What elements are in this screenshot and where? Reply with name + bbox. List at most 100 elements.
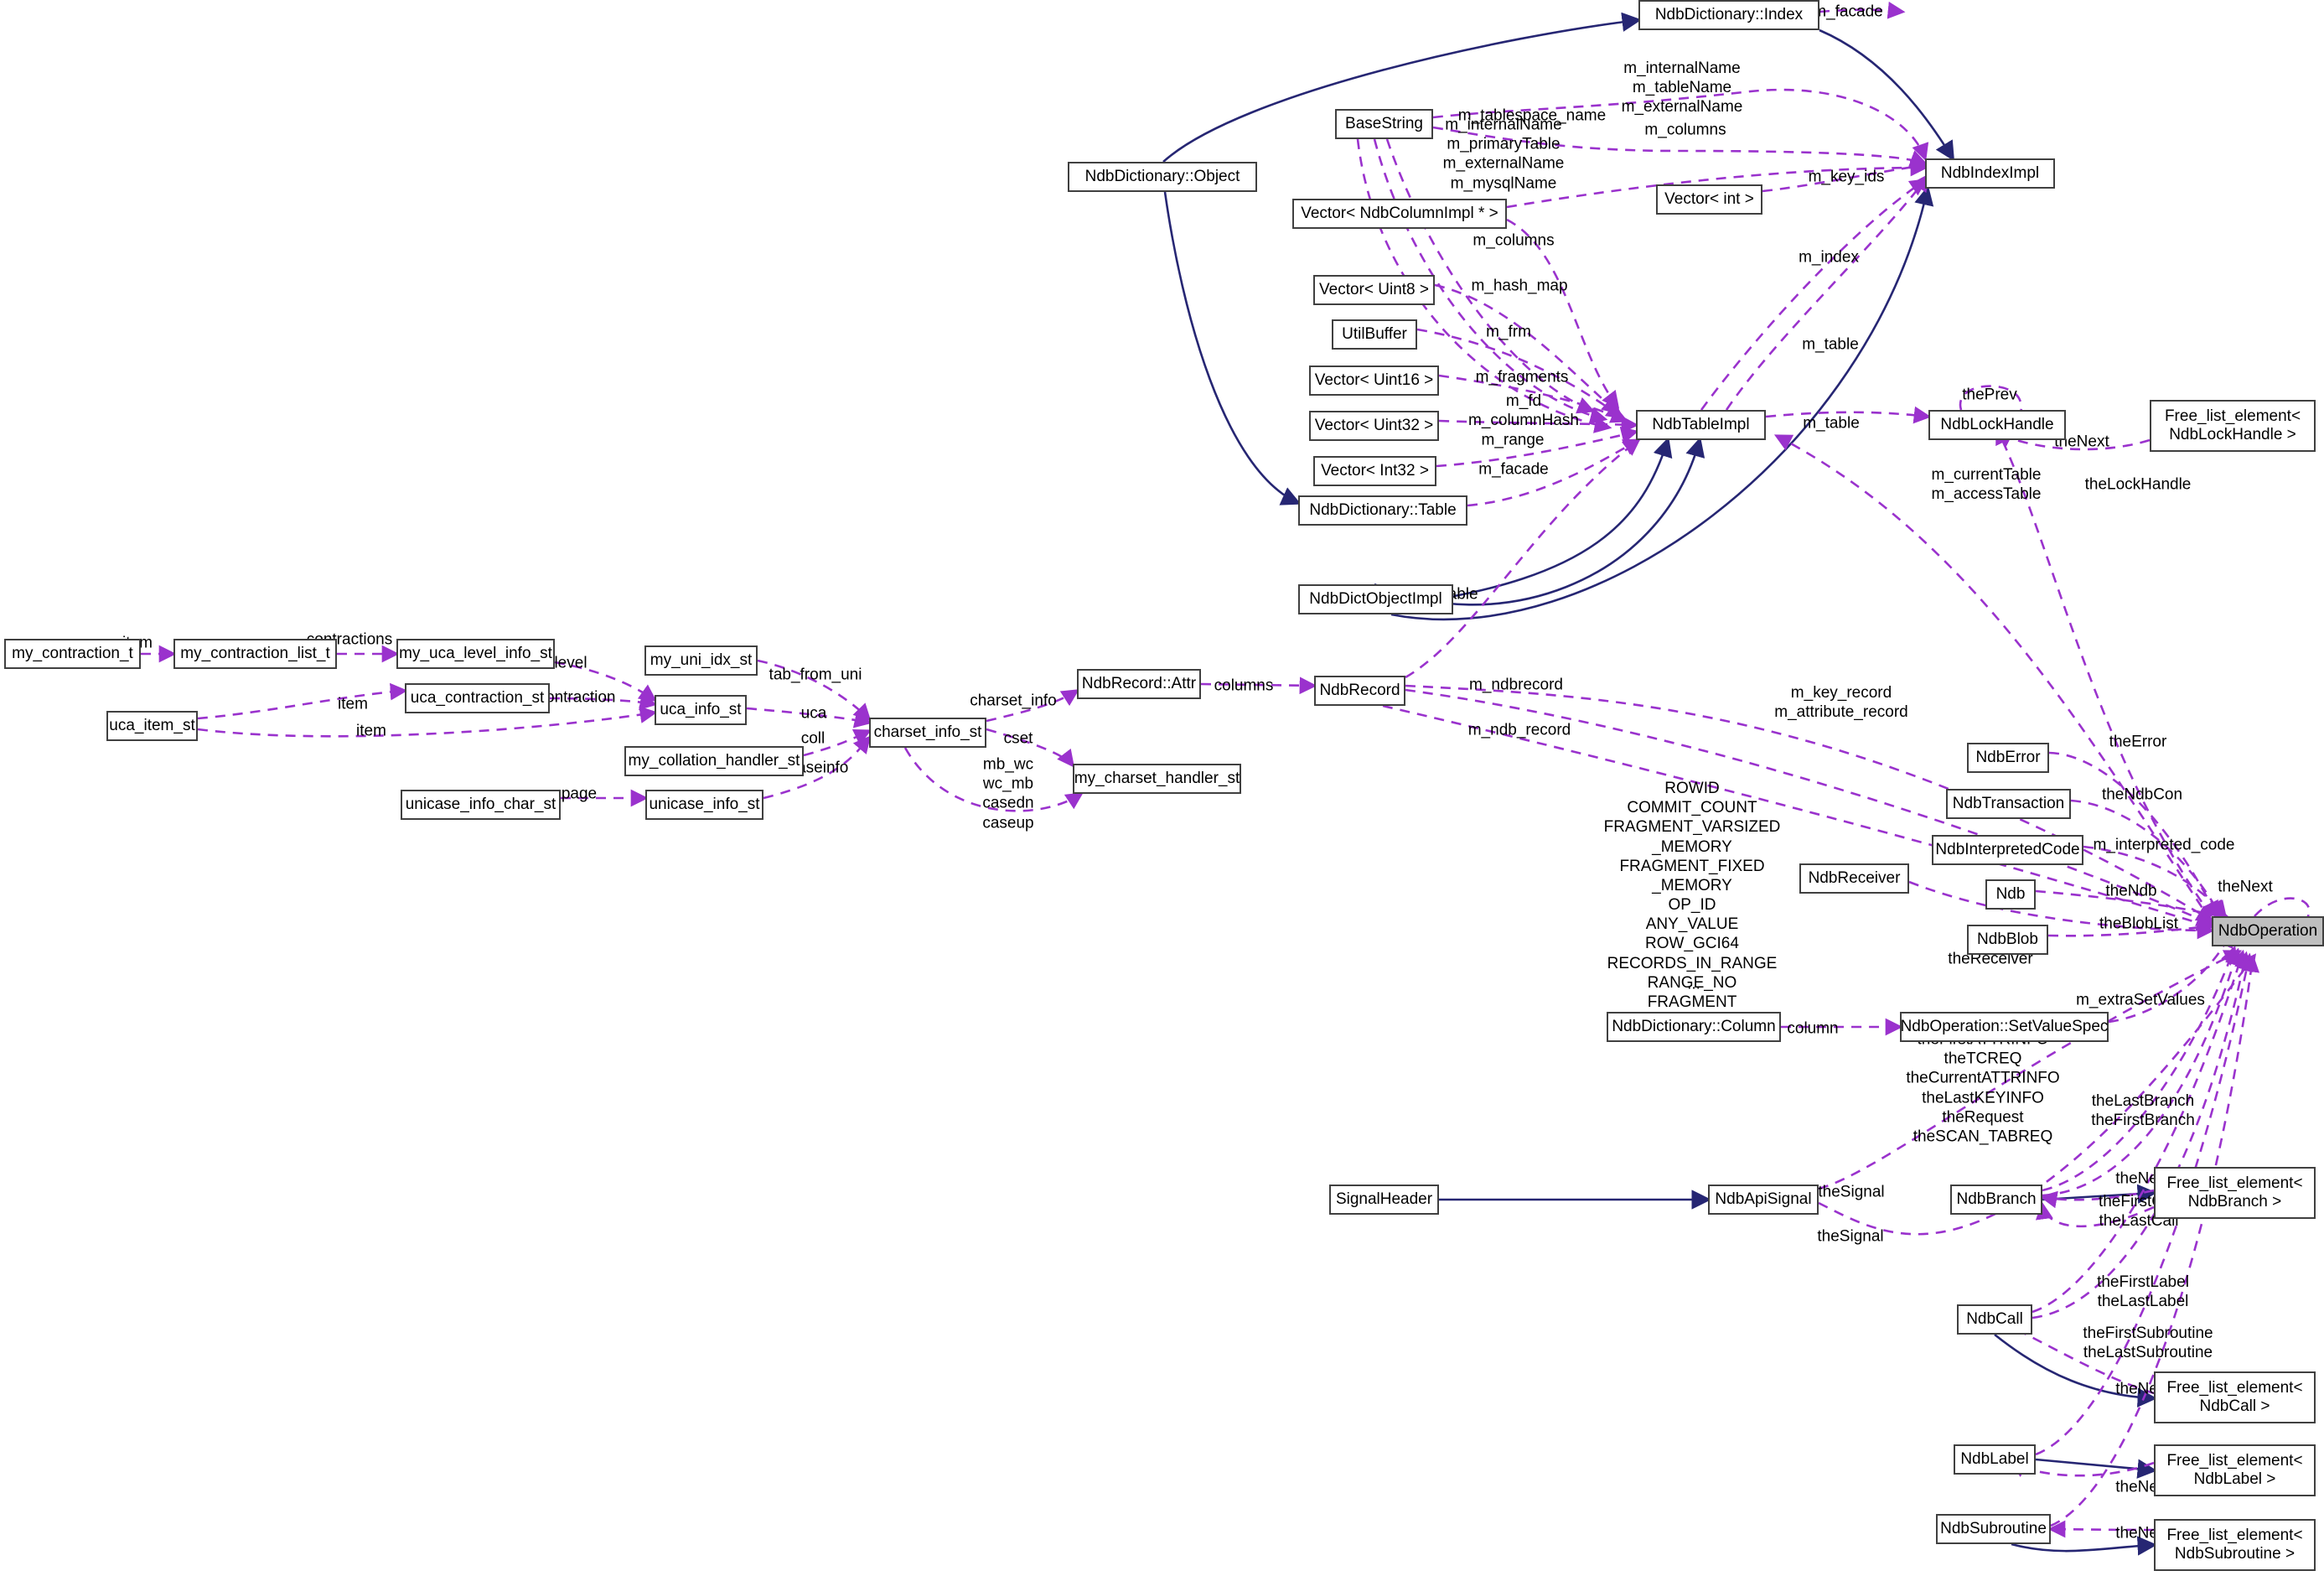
edge-label: level [554,654,587,672]
class-node-free_list_element-ndbcall[interactable]: Free_list_element< NdbCall > [2154,1371,2316,1423]
class-node-ndbbranch[interactable]: NdbBranch [1950,1185,2042,1215]
usage-edge [2050,954,2260,1527]
class-node-ndberror[interactable]: NdbError [1967,743,2049,773]
edge-label: m_columns [1473,231,1555,250]
edge-label: thePrev [1962,386,2017,404]
class-node-basestring[interactable]: BaseString [1335,109,1433,139]
inheritance-edge [1162,12,1642,163]
edge-label: m_frm [1486,323,1531,341]
edge-label: cset [1003,729,1033,748]
edge-label: columns [1214,677,1274,695]
edge-label: theNdb [2105,882,2157,900]
class-node-my_uni_idx_st[interactable]: my_uni_idx_st [644,645,758,676]
edge-label: m_extraSetValues [2076,991,2205,1009]
class-node-free_list_element-ndblabel[interactable]: Free_list_element< NdbLabel > [2154,1444,2316,1496]
class-node-ndbdictionary-table[interactable]: NdbDictionary::Table [1298,495,1467,526]
class-node-ndbinterpretedcode[interactable]: NdbInterpretedCode [1932,835,2083,865]
edge-label: theLockHandle [2084,475,2192,494]
edge-label: theFirstSubroutine theLastSubroutine [2083,1324,2213,1361]
class-node-signalheader[interactable]: SignalHeader [1329,1185,1439,1215]
class-node-ndboperation[interactable]: NdbOperation [2212,916,2324,946]
edge-label: m_internalName m_primaryTable m_external… [1442,116,1565,193]
edge-label: coll [800,729,826,748]
class-node-vector-int[interactable]: Vector< int > [1656,184,1762,215]
edge-label: m_ndbrecord [1469,676,1563,694]
class-node-ndbapisignal[interactable]: NdbApiSignal [1708,1185,1819,1215]
class-node-my_collation_handler_st[interactable]: my_collation_handler_st [624,746,804,776]
class-node-ndbrecord[interactable]: NdbRecord [1314,676,1405,706]
edge-label: m_hash_map [1471,277,1568,295]
class-node-my_contraction_t[interactable]: my_contraction_t [4,639,141,669]
class-node-ndbdictionary-column[interactable]: NdbDictionary::Column [1607,1012,1781,1042]
usage-edge [2042,947,2242,1197]
edge-label: charset_info [970,692,1057,710]
edge-label: page [561,785,598,803]
class-node-ndbrecord-attr[interactable]: NdbRecord::Attr [1077,669,1201,699]
class-node-vector-uint8[interactable]: Vector< Uint8 > [1313,275,1435,305]
edge-label: mb_wc wc_mb casedn caseup [982,755,1034,832]
class-node-utilbuffer[interactable]: UtilBuffer [1332,319,1417,350]
class-node-ndbsubroutine[interactable]: NdbSubroutine [1936,1514,2051,1544]
edge-label: theSignal [1817,1227,1884,1246]
class-node-ndbdictionary-object[interactable]: NdbDictionary::Object [1068,162,1257,192]
class-node-ndblabel[interactable]: NdbLabel [1954,1444,2036,1475]
class-node-my_charset_handler_st[interactable]: my_charset_handler_st [1073,764,1241,794]
collaboration-diagram: NdbDictionary::IndexBaseStringNdbDiction… [0,0,2324,1576]
class-node-ndblockhandle[interactable]: NdbLockHandle [1928,410,2066,440]
class-node-ndboperation-setvaluespec[interactable]: NdbOperation::SetValueSpec [1900,1012,2109,1042]
edge-label: theNdbCon [2101,785,2183,804]
class-node-free_list_element-ndbbranch[interactable]: Free_list_element< NdbBranch > [2154,1167,2316,1219]
edge-label: m_fd m_columnHash [1468,391,1579,429]
class-node-ndbtransaction[interactable]: NdbTransaction [1946,789,2071,819]
class-node-ndbcall[interactable]: NdbCall [1957,1304,2032,1335]
class-node-unicase_info_st[interactable]: unicase_info_st [645,790,763,820]
class-node-free_list_element-ndblockhandle[interactable]: Free_list_element< NdbLockHandle > [2150,400,2316,452]
class-node-ndbdictobjectimpl[interactable]: NdbDictObjectImpl [1298,584,1453,614]
class-node-ndbindeximpl[interactable]: NdbIndexImpl [1925,158,2055,189]
edge-label: theSignal [1818,1183,1885,1201]
class-node-vector-ndbcolumnimpl[interactable]: Vector< NdbColumnImpl * > [1292,199,1507,229]
inheritance-edge [2035,1458,2157,1479]
edge-label: column [1787,1019,1839,1038]
edge-label: m_fragments [1475,368,1569,386]
class-node-charset_info_st[interactable]: charset_info_st [869,718,986,748]
class-node-free_list_element-ndbsubroutine[interactable]: Free_list_element< NdbSubroutine > [2154,1519,2316,1571]
edge-label: item [356,722,386,740]
inheritance-edge [1819,29,1955,162]
edge-label: theNext [2218,878,2273,896]
usage-edge [197,706,658,738]
edge-label: m_table [1803,414,1860,433]
usage-edge [2042,945,2238,1192]
edge-label: m_columns [1644,121,1726,139]
class-node-vector-uint32[interactable]: Vector< Uint32 > [1309,411,1439,441]
edge-label: uca [800,704,827,723]
edge-label: theLastBranch theFirstBranch [2091,1091,2195,1129]
class-node-ndb[interactable]: Ndb [1985,879,2036,910]
edge-label: m_key_ids [1808,168,1885,186]
class-node-vector-int32[interactable]: Vector< Int32 > [1313,456,1436,486]
edge-label: m_range [1481,431,1545,449]
edge-label: m_facade [1813,3,1883,21]
edge-label: m_interpreted_code [2093,836,2235,854]
edge-label: m_ndb_record [1467,721,1571,739]
edge-label: ... [1687,975,1700,993]
edge-label: m_table [1802,335,1859,354]
edge-label: theBlobList [2099,915,2179,933]
class-node-uca_info_st[interactable]: uca_info_st [655,695,747,725]
class-node-unicase_info_char_st[interactable]: unicase_info_char_st [401,790,561,820]
class-node-ndbreceiver[interactable]: NdbReceiver [1799,863,1909,894]
class-node-uca_item_st[interactable]: uca_item_st [106,711,198,741]
class-node-vector-uint16[interactable]: Vector< Uint16 > [1309,365,1439,396]
class-node-uca_contraction_st[interactable]: uca_contraction_st [405,683,550,713]
edge-label: m_facade [1478,460,1549,479]
edge-label: m_internalName m_tableName m_externalNam… [1621,60,1743,117]
inheritance-edge [2011,1536,2157,1556]
edge-label: item [338,695,368,713]
edge-label: m_index [1799,248,1859,267]
class-node-my_contraction_list_t[interactable]: my_contraction_list_t [173,639,337,669]
class-node-ndbtableimpl[interactable]: NdbTableImpl [1636,410,1766,440]
class-node-ndbdictionary-index[interactable]: NdbDictionary::Index [1638,0,1819,30]
edge-label: theFirstATTRINFO theTCREQ theCurrentATTR… [1906,1030,2060,1146]
class-node-ndbblob[interactable]: NdbBlob [1967,925,2048,955]
class-node-my_uca_level_info_st[interactable]: my_uca_level_info_st [396,639,555,669]
